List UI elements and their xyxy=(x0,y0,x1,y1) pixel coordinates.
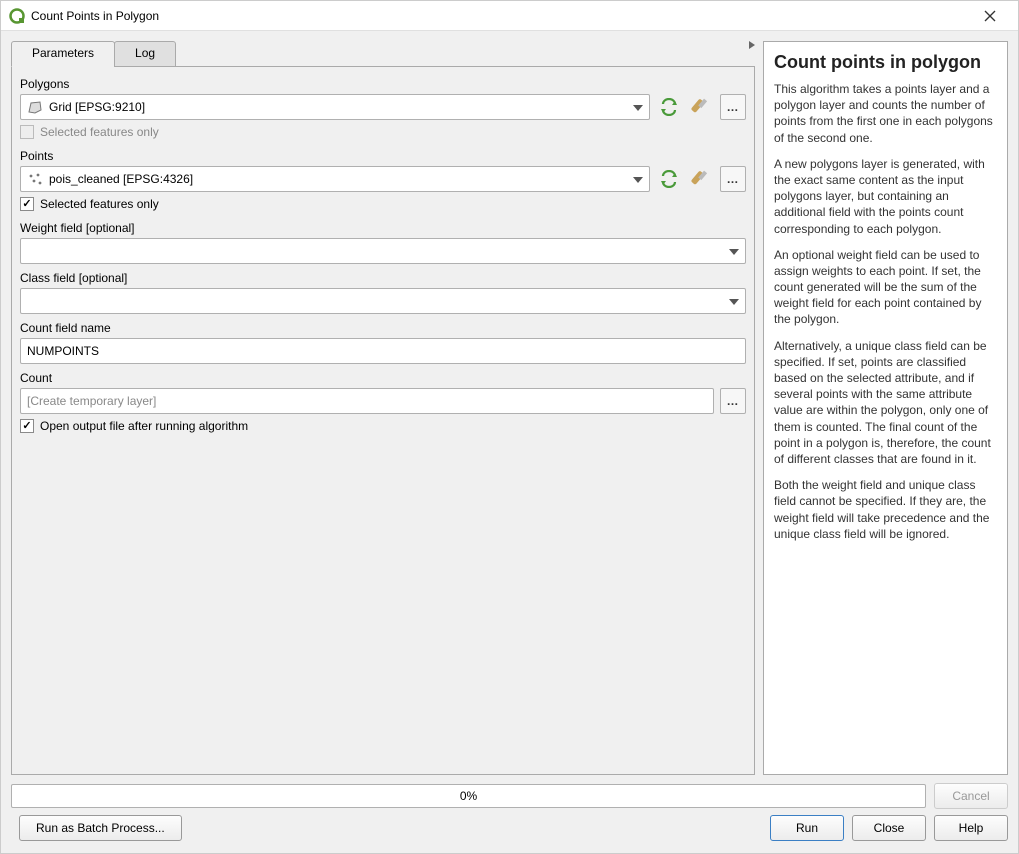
close-button[interactable]: Close xyxy=(852,815,926,841)
help-paragraph: Alternatively, a unique class field can … xyxy=(774,338,997,468)
open-output-label: Open output file after running algorithm xyxy=(40,419,248,433)
count-output-browse-button[interactable]: … xyxy=(720,388,746,414)
tab-log[interactable]: Log xyxy=(114,41,176,67)
progress-text: 0% xyxy=(460,789,477,803)
window-title: Count Points in Polygon xyxy=(31,9,970,23)
help-paragraph: Both the weight field and unique class f… xyxy=(774,477,997,542)
polygon-layer-icon xyxy=(27,100,43,114)
class-field-label: Class field [optional] xyxy=(20,271,746,285)
progress-bar: 0% xyxy=(11,784,926,808)
open-output-checkbox[interactable] xyxy=(20,419,34,433)
left-panel: Parameters Log Polygons Grid [EPSG:9210] xyxy=(11,41,755,775)
count-field-name-input[interactable] xyxy=(20,338,746,364)
polygons-label: Polygons xyxy=(20,77,746,91)
point-layer-icon xyxy=(27,172,43,186)
help-paragraph: A new polygons layer is generated, with … xyxy=(774,156,997,237)
ellipsis-icon: … xyxy=(727,100,740,114)
points-value: pois_cleaned [EPSG:4326] xyxy=(49,172,193,186)
weight-field-combo[interactable] xyxy=(20,238,746,264)
polygons-value: Grid [EPSG:9210] xyxy=(49,100,145,114)
chevron-down-icon xyxy=(633,172,643,186)
help-paragraph: This algorithm takes a points layer and … xyxy=(774,81,997,146)
close-icon[interactable] xyxy=(970,1,1010,31)
count-field-name-label: Count field name xyxy=(20,321,746,335)
points-iterate-button[interactable] xyxy=(656,166,682,192)
count-field-name-text[interactable] xyxy=(27,344,739,358)
ellipsis-icon: … xyxy=(727,394,740,408)
class-field-combo[interactable] xyxy=(20,288,746,314)
ellipsis-icon: … xyxy=(727,172,740,186)
points-browse-button[interactable]: … xyxy=(720,166,746,192)
polygons-iterate-button[interactable] xyxy=(656,94,682,120)
polygons-selected-only-checkbox xyxy=(20,125,34,139)
weight-field-label: Weight field [optional] xyxy=(20,221,746,235)
points-label: Points xyxy=(20,149,746,163)
polygons-selected-only-label: Selected features only xyxy=(40,125,159,139)
chevron-down-icon xyxy=(633,100,643,114)
help-title: Count points in polygon xyxy=(774,52,997,73)
points-selected-only-checkbox[interactable] xyxy=(20,197,34,211)
points-selected-only-label: Selected features only xyxy=(40,197,159,211)
tab-parameters[interactable]: Parameters xyxy=(11,41,115,67)
help-paragraph: An optional weight field can be used to … xyxy=(774,247,997,328)
chevron-down-icon xyxy=(729,294,739,308)
count-output-placeholder: [Create temporary layer] xyxy=(27,394,156,408)
polygons-browse-button[interactable]: … xyxy=(720,94,746,120)
points-advanced-button[interactable] xyxy=(688,166,714,192)
polygons-advanced-button[interactable] xyxy=(688,94,714,120)
cancel-button: Cancel xyxy=(934,783,1008,809)
dialog-window: Count Points in Polygon Parameters Log P… xyxy=(0,0,1019,854)
points-combo[interactable]: pois_cleaned [EPSG:4326] xyxy=(20,166,650,192)
titlebar: Count Points in Polygon xyxy=(1,1,1018,31)
count-output-input[interactable]: [Create temporary layer] xyxy=(20,388,714,414)
qgis-icon xyxy=(9,8,25,24)
tabbar: Parameters Log xyxy=(11,41,755,67)
polygons-combo[interactable]: Grid [EPSG:9210] xyxy=(20,94,650,120)
run-button[interactable]: Run xyxy=(770,815,844,841)
chevron-down-icon xyxy=(729,244,739,258)
help-button[interactable]: Help xyxy=(934,815,1008,841)
footer: 0% Cancel Run as Batch Process... Run Cl… xyxy=(1,777,1018,853)
run-batch-button[interactable]: Run as Batch Process... xyxy=(19,815,182,841)
help-panel: Count points in polygon This algorithm t… xyxy=(763,41,1008,775)
content-area: Parameters Log Polygons Grid [EPSG:9210] xyxy=(1,31,1018,777)
count-output-label: Count xyxy=(20,371,746,385)
parameters-panel: Polygons Grid [EPSG:9210] xyxy=(11,66,755,775)
